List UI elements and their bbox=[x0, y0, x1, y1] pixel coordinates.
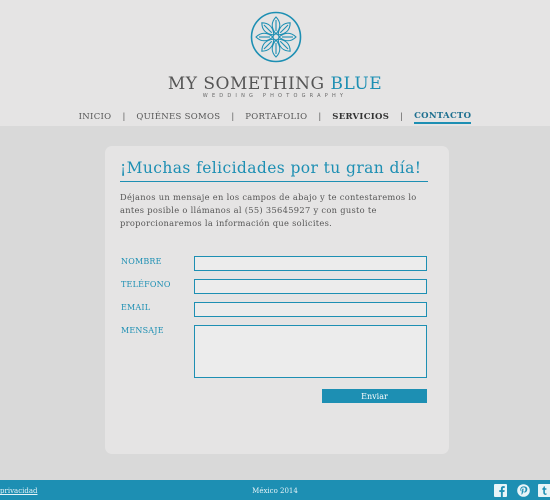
contact-title: ¡Muchas felicidades por tu gran día! bbox=[120, 159, 422, 177]
name-field[interactable] bbox=[194, 256, 427, 271]
copyright-text: México 2014 bbox=[252, 487, 298, 495]
flower-logo-icon[interactable] bbox=[250, 11, 302, 63]
tumblr-icon[interactable] bbox=[538, 484, 550, 497]
brand-name: MY SOMETHING BLUE bbox=[0, 74, 550, 94]
pinterest-icon[interactable] bbox=[517, 484, 530, 497]
nav-item-inicio[interactable]: INICIO bbox=[79, 112, 112, 122]
nav-separator: | bbox=[318, 112, 322, 122]
contact-intro: Déjanos un mensaje en los campos de abaj… bbox=[120, 192, 417, 228]
email-field[interactable] bbox=[194, 302, 427, 317]
brand-name-accent: BLUE bbox=[330, 74, 383, 94]
nav-separator: | bbox=[231, 112, 235, 122]
title-divider bbox=[120, 181, 428, 182]
phone-label: TELÉFONO bbox=[121, 280, 171, 289]
submit-button[interactable]: Enviar bbox=[322, 389, 427, 403]
name-label: NOMBRE bbox=[121, 257, 162, 266]
phone-field[interactable] bbox=[194, 279, 427, 294]
message-field[interactable] bbox=[194, 325, 427, 378]
brand-name-main: MY SOMETHING bbox=[167, 74, 331, 94]
nav-item-contacto[interactable]: CONTACTO bbox=[414, 111, 472, 124]
nav-separator: | bbox=[122, 112, 126, 122]
nav-item-portafolio[interactable]: PORTAFOLIO bbox=[245, 112, 307, 122]
main-nav: INICIO | QUIÉNES SOMOS | PORTAFOLIO | SE… bbox=[0, 110, 550, 124]
email-label: EMAIL bbox=[121, 303, 151, 312]
nav-separator: | bbox=[400, 112, 404, 122]
brand-tagline: WEDDING PHOTOGRAPHY bbox=[202, 93, 348, 99]
site-footer: privacidad México 2014 bbox=[0, 480, 550, 500]
nav-item-quienes-somos[interactable]: QUIÉNES SOMOS bbox=[136, 112, 220, 122]
message-label: MENSAJE bbox=[121, 326, 164, 335]
contact-card: ¡Muchas felicidades por tu gran día! Déj… bbox=[105, 146, 449, 454]
nav-item-servicios[interactable]: SERVICIOS bbox=[332, 112, 389, 122]
site-header: MY SOMETHING BLUE WEDDING PHOTOGRAPHY IN… bbox=[0, 0, 550, 126]
facebook-icon[interactable] bbox=[494, 484, 507, 497]
